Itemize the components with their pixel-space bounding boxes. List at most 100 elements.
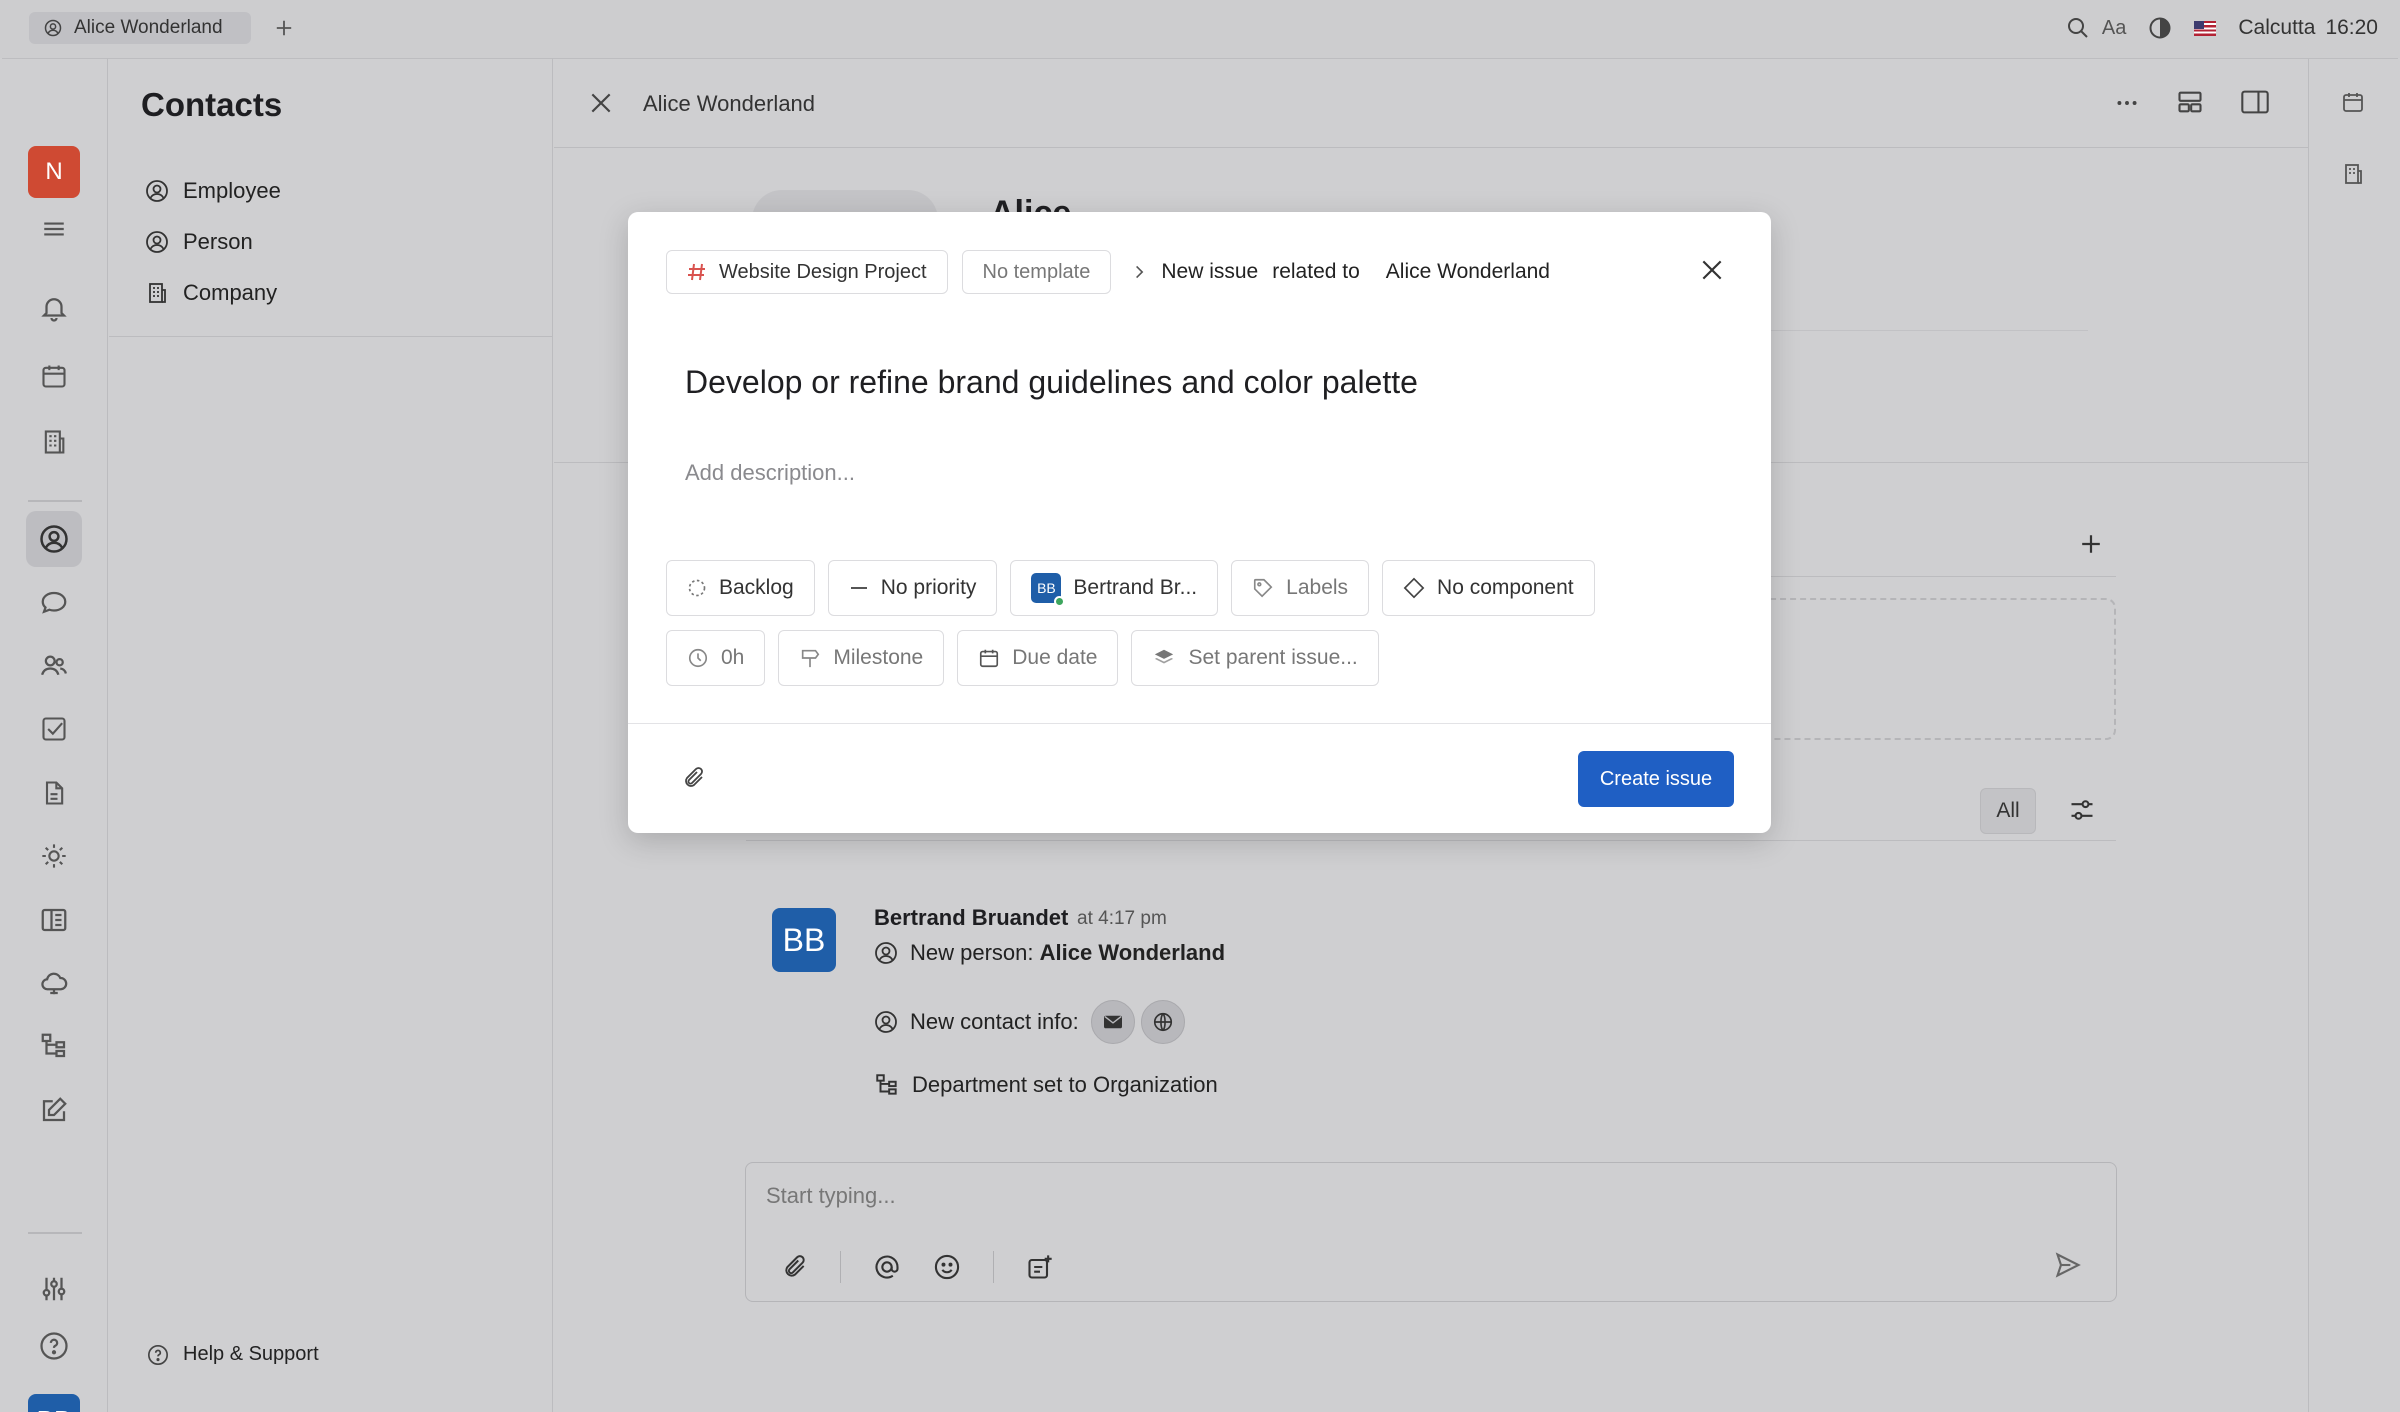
due-date-button[interactable]: Due date	[957, 630, 1119, 686]
message-composer[interactable]: Start typing...	[745, 1162, 2117, 1302]
issue-description-input[interactable]: Add description...	[685, 460, 855, 486]
mention-icon[interactable]	[873, 1253, 901, 1281]
assignee-button[interactable]: BB Bertrand Br...	[1010, 560, 1219, 616]
nav-rail: N BB	[0, 58, 108, 1412]
contrast-icon[interactable]	[2148, 16, 2172, 40]
nav-item-company[interactable]: Company	[145, 280, 277, 306]
component-button[interactable]: No component	[1382, 560, 1595, 616]
nav-item-employee[interactable]: Employee	[145, 178, 281, 204]
document-title: Alice Wonderland	[643, 91, 816, 116]
calendar-icon[interactable]	[2341, 90, 2365, 114]
tasks-icon[interactable]	[26, 701, 82, 757]
search-icon[interactable]	[2066, 16, 2090, 40]
composer-placeholder: Start typing...	[766, 1183, 896, 1208]
new-tab-button[interactable]	[270, 14, 298, 42]
office-icon[interactable]	[26, 414, 82, 470]
chat-icon[interactable]	[26, 575, 82, 631]
calendar-icon[interactable]	[26, 348, 82, 404]
priority-button[interactable]: No priority	[827, 560, 998, 616]
send-icon[interactable]	[2054, 1251, 2082, 1279]
font-size-button[interactable]: Aa	[2102, 17, 2126, 40]
title-bar: Alice Wonderland Aa Calcutta 16:20	[0, 0, 2400, 58]
status-button[interactable]: Backlog	[666, 560, 815, 616]
language-flag-icon[interactable]	[2194, 20, 2217, 36]
milestone-button[interactable]: Milestone	[778, 630, 945, 686]
filter-settings-icon[interactable]	[2068, 796, 2096, 824]
divider	[628, 723, 1771, 724]
bell-icon[interactable]	[26, 280, 82, 336]
book-icon[interactable]	[26, 892, 82, 948]
location-label: Calcutta	[2238, 16, 2316, 39]
attach-icon[interactable]	[782, 1254, 808, 1280]
help-support-link[interactable]: Help & Support	[147, 1343, 319, 1366]
related-entity[interactable]: Alice Wonderland	[1386, 260, 1550, 284]
contacts-icon[interactable]	[26, 511, 82, 567]
component-icon	[1403, 577, 1425, 599]
priority-label: No priority	[880, 576, 977, 599]
estimate-button[interactable]: 0h	[666, 630, 766, 686]
project-label: Website Design Project	[719, 260, 927, 283]
globe-icon[interactable]	[1140, 1000, 1185, 1044]
parent-issue-button[interactable]: Set parent issue...	[1131, 630, 1379, 686]
issue-title-input[interactable]: Develop or refine brand guidelines and c…	[685, 364, 1418, 401]
create-issue-button[interactable]: Create issue	[1578, 751, 1734, 807]
layout-icon[interactable]	[2176, 88, 2204, 116]
team-icon[interactable]	[26, 638, 82, 694]
activity-line: New contact info:	[874, 1000, 1185, 1044]
insert-icon[interactable]	[1026, 1253, 1054, 1281]
office-icon[interactable]	[2341, 162, 2365, 186]
milestone-label: Milestone	[833, 646, 924, 669]
activity-author[interactable]: Bertrand Bruandet	[874, 905, 1068, 931]
close-icon[interactable]	[588, 90, 614, 116]
cloud-icon[interactable]	[26, 955, 82, 1011]
user-initials: BB	[37, 1405, 72, 1412]
project-selector[interactable]: Website Design Project	[666, 250, 948, 294]
milestone-icon	[799, 647, 821, 669]
activity-text: New contact info:	[910, 1009, 1079, 1034]
clock-icon	[687, 647, 709, 669]
hash-icon	[687, 262, 707, 282]
labels-button[interactable]: Labels	[1231, 560, 1370, 616]
nav-item-label: Company	[183, 280, 278, 305]
labels-label: Labels	[1286, 576, 1349, 599]
menu-icon[interactable]	[26, 201, 82, 257]
more-icon[interactable]	[2114, 90, 2140, 116]
activity-link[interactable]: Alice Wonderland	[1040, 940, 1225, 965]
person-circle-icon	[145, 179, 169, 203]
emoji-icon[interactable]	[933, 1253, 961, 1281]
activity-text: New person:	[910, 940, 1034, 965]
tree-icon[interactable]	[26, 1018, 82, 1074]
attach-icon[interactable]	[682, 766, 706, 790]
sun-icon[interactable]	[26, 828, 82, 884]
edit-icon[interactable]	[26, 1082, 82, 1138]
assignee-avatar: BB	[1031, 573, 1066, 607]
person-circle-icon	[145, 230, 169, 254]
document-header: Alice Wonderland	[554, 58, 2308, 148]
user-avatar[interactable]: BB	[28, 1394, 80, 1412]
status-label: Backlog	[719, 576, 794, 599]
person-circle-icon	[874, 1010, 898, 1034]
tag-icon	[1252, 577, 1274, 599]
filter-all-button[interactable]: All	[1980, 788, 2036, 834]
document-icon[interactable]	[26, 765, 82, 821]
settings-icon[interactable]	[26, 1261, 82, 1317]
sidebar-toggle-icon[interactable]	[2240, 88, 2270, 116]
template-selector[interactable]: No template	[961, 250, 1112, 294]
add-icon[interactable]	[2080, 533, 2102, 555]
layers-icon	[1152, 647, 1176, 669]
person-name: Alice	[990, 194, 1072, 214]
tree-icon	[874, 1072, 900, 1098]
workspace-badge[interactable]: N	[28, 146, 80, 198]
estimate-label: 0h	[721, 646, 745, 669]
nav-item-label: Employee	[183, 178, 281, 203]
activity-time: at 4:17 pm	[1077, 908, 1167, 929]
nav-item-person[interactable]: Person	[145, 229, 253, 255]
help-icon[interactable]	[26, 1318, 82, 1374]
right-rail	[2308, 58, 2400, 1412]
help-icon	[147, 1344, 169, 1366]
email-icon[interactable]	[1090, 1000, 1135, 1044]
tab-label: Alice Wonderland	[74, 17, 223, 38]
close-icon[interactable]	[1699, 257, 1725, 283]
tab-alice-wonderland[interactable]: Alice Wonderland	[29, 12, 251, 44]
panel-title: Contacts	[141, 86, 283, 123]
